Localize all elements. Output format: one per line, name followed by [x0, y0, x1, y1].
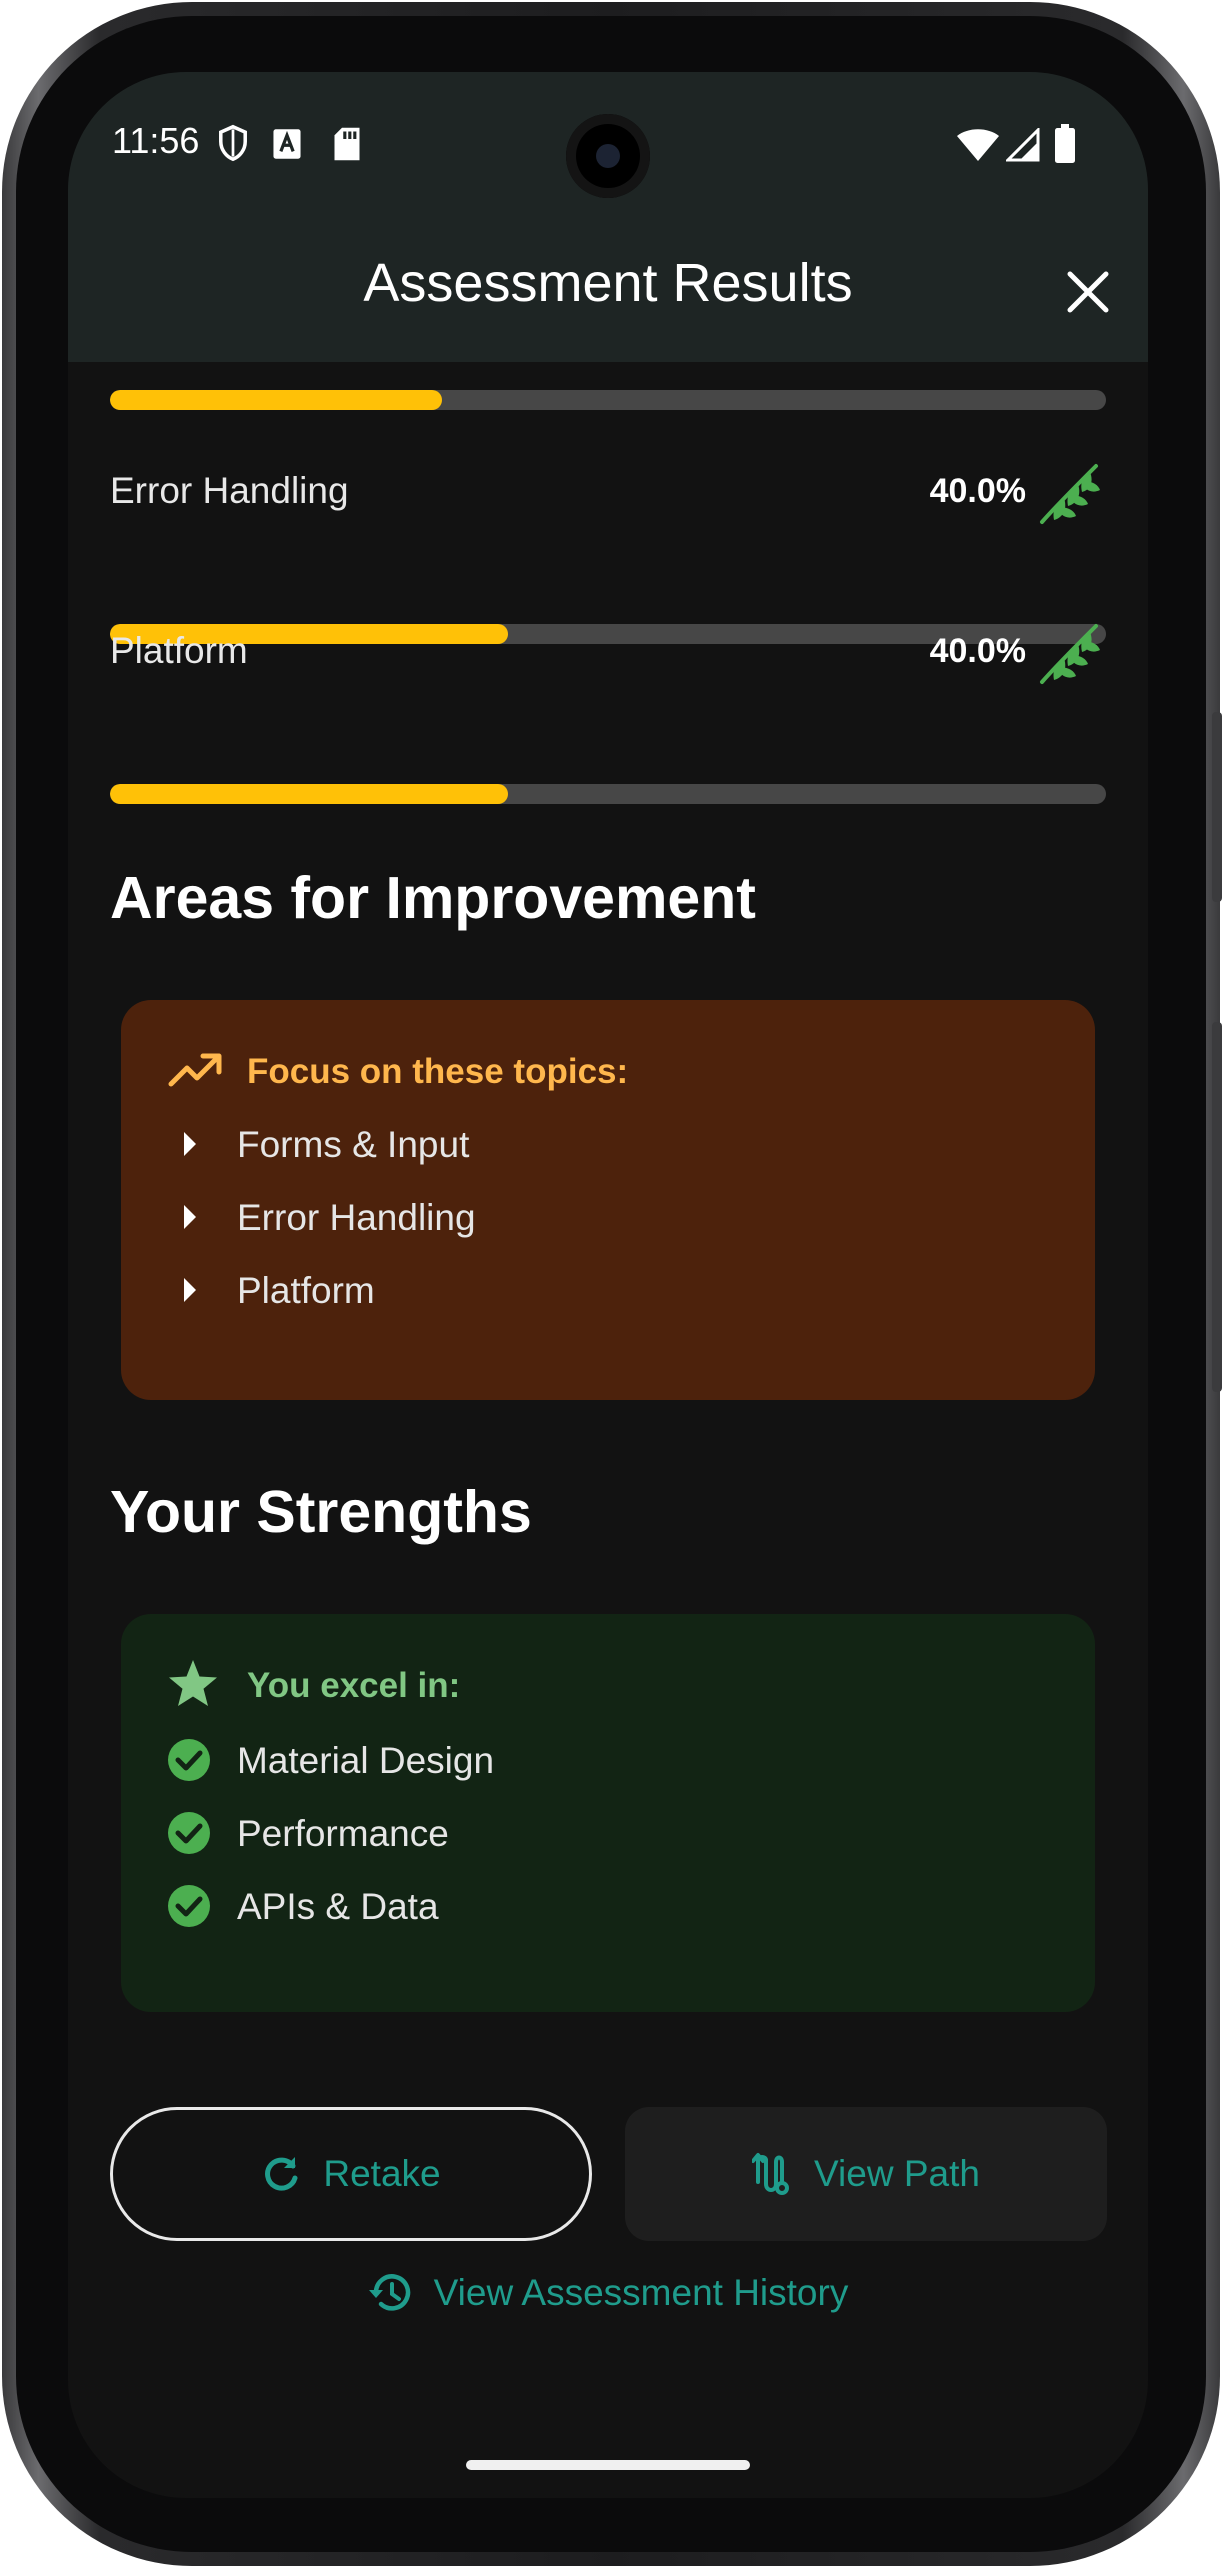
improvement-item: Error Handling [237, 1197, 476, 1238]
score-percent: 40.0% [929, 472, 1026, 510]
arrow-right-icon [184, 1278, 196, 1302]
strengths-card: You excel in: Material Design Performanc… [121, 1614, 1095, 2012]
retake-label: Retake [323, 2153, 441, 2194]
sd-card-icon [334, 127, 360, 161]
shield-icon [219, 124, 247, 162]
view-history-label: View Assessment History [433, 2272, 849, 2313]
star-icon [169, 1660, 217, 1706]
score-label: Platform [110, 630, 248, 671]
front-camera [566, 114, 650, 198]
improvement-card: Focus on these topics: Forms & Input Err… [121, 1000, 1095, 1400]
improvement-item: Platform [237, 1270, 375, 1311]
improvement-heading: Focus on these topics: [247, 1052, 629, 1091]
status-time: 11:56 [112, 120, 200, 161]
volume-button [1212, 712, 1222, 902]
score-percent: 40.0% [929, 632, 1026, 670]
check-circle-icon [168, 1739, 210, 1781]
strength-item: Performance [237, 1813, 449, 1854]
strength-item: APIs & Data [237, 1886, 439, 1927]
strengths-section-title: Your Strengths [110, 1479, 532, 1545]
strengths-heading: You excel in: [247, 1666, 461, 1705]
battery-icon [1055, 124, 1075, 163]
score-progress-bar [110, 390, 1106, 410]
arrow-right-icon [184, 1132, 196, 1156]
view-history-link[interactable]: View Assessment History [68, 2272, 1148, 2314]
check-circle-icon [168, 1812, 210, 1854]
check-circle-icon [168, 1885, 210, 1927]
score-progress-fill [110, 390, 442, 410]
view-path-label: View Path [814, 2153, 980, 2194]
signal-icon [1006, 128, 1040, 162]
app-bar: 11:56 Assessment Results [68, 72, 1148, 362]
retake-button[interactable]: Retake [110, 2107, 592, 2241]
score-progress-fill [110, 784, 509, 804]
improvement-item: Forms & Input [237, 1124, 470, 1165]
history-icon [368, 2274, 410, 2311]
screen: 11:56 Assessment Results Error Handling … [68, 72, 1148, 2498]
leaf-icon [1040, 464, 1100, 524]
trending-up-icon [168, 1053, 222, 1087]
route-icon [752, 2153, 790, 2195]
score-label: Error Handling [110, 470, 349, 511]
close-icon[interactable] [1058, 262, 1118, 322]
arrow-right-icon [184, 1205, 196, 1229]
improvement-section-title: Areas for Improvement [110, 865, 756, 931]
home-indicator[interactable] [466, 2460, 750, 2470]
score-progress-bar [110, 784, 1106, 804]
page-title: Assessment Results [363, 253, 853, 313]
power-button [1212, 1022, 1222, 1392]
view-path-button[interactable]: View Path [625, 2107, 1107, 2241]
keyboard-icon [273, 129, 301, 159]
strength-item: Material Design [237, 1740, 495, 1781]
refresh-icon [265, 2157, 298, 2191]
wifi-icon [957, 129, 999, 161]
leaf-icon [1040, 624, 1100, 684]
